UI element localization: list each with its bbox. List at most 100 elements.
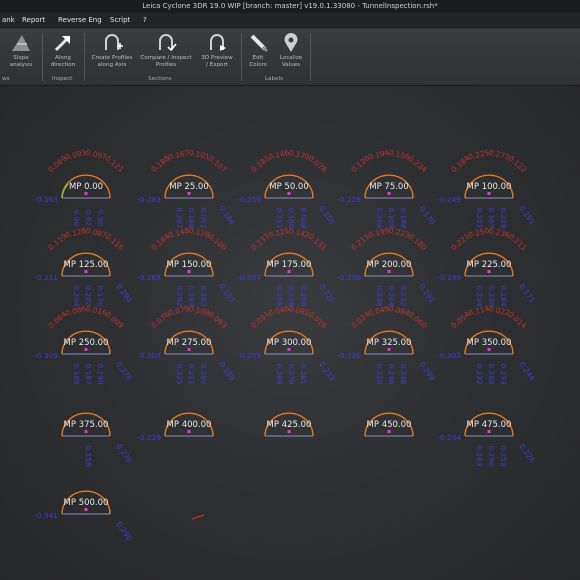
deviation-under-label: 0.00	[96, 210, 105, 227]
deviation-left-label: -0.309	[34, 351, 58, 360]
profile-check-icon	[159, 34, 177, 52]
deviation-under-label: 0.234	[475, 285, 484, 306]
profile-center-marker	[387, 348, 391, 351]
deviation-left-label: -0.199	[437, 273, 461, 282]
tunnel-profile[interactable]: MP 100.000.1840.2250.2730.1220.222 0.167 0…	[437, 148, 537, 229]
along-direction-button[interactable]: Along direction	[46, 29, 80, 69]
profile-center-marker	[84, 348, 88, 351]
profile-name-label: MP 400.00	[167, 420, 212, 430]
create-profiles-label: Create Profiles along Axis	[91, 55, 133, 68]
slope-analysis-button[interactable]: Slope analysis	[4, 29, 38, 69]
profile-center-marker	[287, 430, 291, 433]
tunnel-profile[interactable]: MP 325.000.0240.0490.0840.0600.220 0.236 0…	[337, 304, 437, 385]
tunnel-profile[interactable]: MP 0.000.0690.0930.0970.1210.00 0.02 0.00-…	[34, 148, 126, 227]
3d-preview-export-button[interactable]: 3D Preview / Export	[196, 29, 238, 69]
profile-name-label: MP 225.00	[467, 260, 512, 270]
compare-inspect-profiles-button[interactable]: Compare / Inspect Profiles	[138, 29, 194, 69]
deviation-right-label: 0.298	[417, 360, 437, 383]
deviation-under-label: 0.325	[175, 363, 184, 384]
deviation-under-label: 0.207	[175, 207, 184, 228]
deviation-under-label: 0.190	[96, 363, 105, 384]
menu-item-report[interactable]: Report	[22, 13, 45, 28]
deviation-under-label: 0.211	[187, 363, 196, 384]
deviation-left-label: -0.259	[237, 351, 261, 360]
profile-name-label: MP 325.00	[367, 338, 412, 348]
3d-preview-label: 3D Preview / Export	[201, 55, 233, 68]
deviation-over-label: 0.093	[207, 310, 229, 331]
tunnel-profile[interactable]: MP 50.000.1810.1460.1700.0780.251 0.166 0.…	[237, 148, 337, 229]
deviation-under-label: 0.232	[399, 285, 408, 306]
tunnel-profile[interactable]: MP 400.00 -0.229	[137, 412, 214, 442]
deviation-right-label: 0.191	[517, 204, 537, 227]
deviation-over-label: 0.194	[367, 148, 390, 162]
profile-center-marker	[487, 192, 491, 195]
deviation-over-label: 0.122	[507, 154, 529, 175]
slope-analysis-label: Slope analysis	[9, 55, 33, 68]
ribbon-toolbar: Slope analysis Along direction Create Pr…	[0, 29, 580, 86]
tunnel-profile[interactable]: MP 250.000.0640.0860.0160.0090.189 0.187 0…	[34, 304, 134, 385]
profiles-scene[interactable]: MP 0.000.0690.0930.0970.1210.00 0.02 0.00-…	[0, 86, 580, 580]
profile-center-marker	[387, 192, 391, 195]
deviation-right-label: 0.294	[114, 282, 134, 305]
edit-colors-button[interactable]: Edit Colors	[244, 29, 272, 69]
menu-item-reverse-eng[interactable]: Reverse Eng	[58, 13, 102, 28]
deviation-under-label: 0.228	[499, 207, 508, 228]
localize-icon	[284, 33, 298, 52]
profile-center-marker	[487, 348, 491, 351]
ribbon-group-label: Labels	[265, 76, 284, 82]
group-separator	[42, 33, 43, 81]
ribbon-group-label: Inspect	[52, 76, 73, 82]
tunnel-profile[interactable]: MP 25.000.1880.1670.1010.1070.207 0.168 0.…	[137, 148, 237, 229]
menu-item-bank[interactable]: ank	[2, 13, 15, 28]
deviation-under-label: 0.184	[499, 285, 508, 306]
tunnel-profile[interactable]: MP 125.000.1190.1280.0870.1160.204 0.202 0…	[34, 226, 134, 307]
deviation-right-label: 0.233	[317, 360, 337, 383]
tunnel-profile[interactable]: MP 475.00 0.163 0.290 0.253 -0.204 0.226	[437, 412, 537, 467]
profile-center-marker	[187, 192, 191, 195]
edit-colors-icon	[250, 34, 269, 53]
deviation-right-label: 0.184	[217, 204, 237, 227]
group-separator	[84, 33, 85, 81]
tunnel-profile[interactable]: MP 75.000.1200.1940.1560.2340.264 0.109 0.…	[337, 148, 437, 229]
deviation-over-label: 0.046	[267, 304, 290, 318]
tunnel-profile[interactable]: MP 150.000.1640.1480.1280.1000.292 0.193 0…	[137, 226, 237, 307]
menu-item-help[interactable]: ?	[143, 13, 147, 28]
deviation-under-label: 0.163	[475, 445, 484, 466]
deviation-under-label: 0.220	[375, 363, 384, 384]
menu-item-script[interactable]: Script	[110, 13, 130, 28]
deviation-over-label: 0.107	[207, 154, 229, 175]
deviation-left-label: -0.267	[237, 273, 261, 282]
deviation-left-label: -0.303	[437, 351, 461, 360]
deviation-right-label: 0.157	[217, 282, 237, 305]
tunnel-profile[interactable]: MP 500.00 -0.341 0.290	[34, 490, 134, 543]
tunnel-profile[interactable]: MP 350.000.0540.1140.0220.0140.232 0.288 0…	[437, 304, 537, 385]
tunnel-profile[interactable]: MP 375.00 0.158 0.230	[61, 412, 134, 467]
tunnel-profile[interactable]: MP 300.000.0910.0460.0820.0180.289 0.278 0…	[237, 304, 337, 385]
3d-viewport[interactable]: MP 0.00 0.069 0.093 0.097 0.121 0.00 0.02 0.00-…	[0, 86, 580, 580]
along-direction-label: Along direction	[50, 55, 76, 68]
tunnel-profile[interactable]: MP 425.00	[264, 412, 314, 437]
deviation-under-label: 0.251	[275, 207, 284, 228]
tunnel-profile[interactable]: MP 275.000.0760.0790.1090.0930.325 0.211 0…	[137, 304, 237, 385]
tunnel-profile[interactable]: MP 175.000.1370.1210.1420.1310.208 0.248 0…	[237, 226, 337, 307]
tunnel-profile[interactable]: MP 200.000.2110.1990.2230.1800.236 0.204 0…	[337, 226, 437, 307]
localize-values-label: Localize Values	[279, 55, 303, 68]
deviation-right-label: 0.175	[517, 282, 537, 305]
create-profiles-button[interactable]: Create Profiles along Axis	[87, 29, 137, 69]
localize-values-button[interactable]: Localize Values	[274, 29, 308, 69]
deviation-under-label: 0.278	[287, 363, 296, 384]
stray-profile-fragment	[191, 514, 205, 520]
tunnel-profile[interactable]: MP 450.00	[364, 412, 414, 437]
profile-center-marker	[187, 430, 191, 433]
profile-name-label: MP 275.00	[167, 338, 212, 348]
deviation-right-label: 0.220	[317, 282, 337, 305]
tunnel-profile[interactable]: MP 225.000.2210.2500.2360.2110.234 0.230 0…	[437, 226, 537, 307]
deviation-over-label: 0.199	[367, 226, 390, 240]
deviation-under-label: 0.288	[487, 363, 496, 384]
profile-center-marker	[287, 270, 291, 273]
deviation-over-label: 0.078	[307, 154, 329, 175]
deviation-under-label: 0.253	[499, 445, 508, 466]
edit-colors-label: Edit Colors	[249, 55, 267, 68]
deviation-left-label: -0.249	[437, 195, 461, 204]
deviation-over-label: 0.167	[167, 148, 190, 162]
